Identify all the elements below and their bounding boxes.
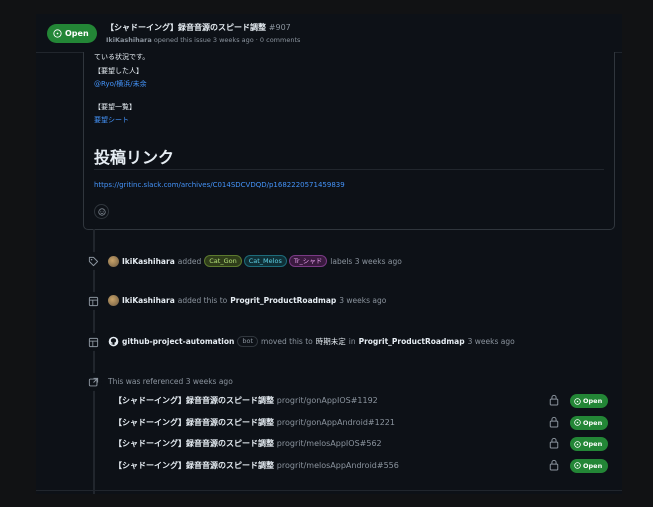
lock-icon [549,437,559,449]
post-link-heading: 投稿リンク [94,148,175,167]
label-list: Cat_Gon Cat_Melos Tr_シャド [204,255,328,267]
issue-number: #907 [268,23,291,32]
referenced-issue-state-badge: Open [570,437,609,451]
referenced-issue-state: Open [583,440,603,448]
issue-meta: IkiKashihara opened this issue 3 weeks a… [106,36,300,44]
issue-title[interactable]: 【シャドーイング】録音音源のスピード調整 #907 [106,22,291,33]
project-icon-wrap [84,333,102,351]
referenced-issue-title: 【シャドーイング】録音音源のスピード調整 [114,460,274,470]
sticky-issue-header: Open 【シャドーイング】録音音源のスピード調整 #907 IkiKashih… [36,14,622,53]
referenced-issue-row: 【シャドーイング】録音音源のスピード調整 progrit/gonAppIOS#1… [114,394,614,408]
add-reaction-button[interactable] [94,204,109,219]
referenced-issue-link[interactable]: 【シャドーイング】録音音源のスピード調整 progrit/melosAppIOS… [114,438,382,449]
heading-divider [94,169,604,170]
issue-page: Open 【シャドーイング】録音音源のスピード調整 #907 IkiKashih… [36,14,622,494]
referenced-event: This was referenced 3 weeks ago [108,377,233,386]
request-list-heading: 【要望一覧】 [94,103,136,111]
issue-comment-body: ている状況です。 【要望した人】 @Ryo/横浜/未余 【要望一覧】 要望シート… [83,52,615,230]
lock-icon [549,459,559,471]
event-actor-link[interactable]: IkiKashihara [122,257,175,266]
event-time[interactable]: 3 weeks ago [339,296,386,305]
event-verb: added [177,256,202,266]
project-table-icon [88,296,98,306]
event-text: moved this to [261,337,313,346]
bot-badge: bot [237,336,259,347]
project-move-event: github-project-automation bot moved this… [108,336,515,347]
referenced-issue-title: 【シャドーイング】録音音源のスピード調整 [114,439,274,448]
referenced-issue-link[interactable]: 【シャドーイング】録音音源のスピード調整 progrit/melosAppAnd… [114,460,399,471]
smiley-icon [97,207,106,216]
issue-author-link[interactable]: IkiKashihara [106,36,152,44]
cross-reference-icon-wrap [84,373,102,391]
avatar[interactable] [108,255,119,267]
referenced-issue-title: 【シャドーイング】録音音源のスピード調整 [114,396,274,405]
referenced-issue-row: 【シャドーイング】録音音源のスピード調整 progrit/melosAppAnd… [114,458,614,473]
referenced-issue-repo: progrit/gonAppIOS#1192 [276,396,378,405]
issue-state-badge: Open [47,24,97,43]
cross-reference-icon [88,377,98,386]
referenced-issue-link[interactable]: 【シャドーイング】録音音源のスピード調整 progrit/gonAppAndro… [114,417,395,428]
issue-opened-icon [574,419,581,426]
lock-icon [549,394,559,406]
event-suffix: labels 3 weeks ago [330,256,402,266]
request-sheet-link[interactable]: 要望シート [94,115,129,125]
referenced-issue-state: Open [583,461,603,470]
issue-state-label: Open [65,29,89,38]
referenced-issue-row: 【シャドーイング】録音音源のスピード調整 progrit/gonAppAndro… [114,415,614,430]
issue-opened-icon [53,29,62,38]
project-table-icon [88,337,98,347]
referenced-issue-repo: progrit/gonAppAndroid#1221 [276,417,395,427]
status-column: 時期未定 [315,337,346,346]
project-link[interactable]: Progrit_ProductRoadmap [230,296,336,305]
avatar[interactable] [108,295,119,306]
issue-label[interactable]: Cat_Gon [204,255,242,267]
referenced-text: This was referenced 3 weeks ago [108,377,233,386]
referenced-issue-state-badge: Open [570,394,609,408]
issue-opened-icon [574,397,581,405]
referenced-issue-state: Open [583,418,603,427]
project-icon-wrap [84,292,102,310]
referenced-issue-row: 【シャドーイング】録音音源のスピード調整 progrit/melosAppIOS… [114,437,614,451]
referenced-issue-state-badge: Open [570,415,609,430]
bottom-divider [36,490,622,491]
issue-label[interactable]: Tr_シャド [288,255,328,267]
slack-post-link[interactable]: https://gritinc.slack.com/archives/C014S… [94,181,345,189]
issue-opened-icon [574,462,581,469]
referenced-issue-state: Open [583,397,603,405]
labels-event: IkiKashihara added Cat_Gon Cat_Melos Tr_シャ… [108,255,402,267]
issue-label[interactable]: Cat_Melos [243,255,287,267]
tag-icon [88,256,98,266]
event-actor-link[interactable]: github-project-automation [122,337,234,346]
referenced-issue-link[interactable]: 【シャドーイング】録音音源のスピード調整 progrit/gonAppIOS#1… [114,395,378,406]
github-logo-icon[interactable] [108,336,119,347]
event-text: added this to [177,296,228,305]
comment-line: ている状況です。 [94,53,150,61]
issue-title-text: 【シャドーイング】録音音源のスピード調整 [106,23,266,32]
lock-icon [549,416,559,428]
event-actor-link[interactable]: IkiKashihara [122,296,175,305]
referenced-issue-repo: progrit/melosAppIOS#562 [276,439,382,448]
project-added-event: IkiKashihara added this to Progrit_Produ… [108,295,386,306]
requester-mention-link[interactable]: @Ryo/横浜/未余 [94,79,147,89]
project-link[interactable]: Progrit_ProductRoadmap [359,337,465,346]
referenced-issue-title: 【シャドーイング】録音音源のスピード調整 [114,417,274,427]
referenced-issue-repo: progrit/melosAppAndroid#556 [276,460,399,470]
event-time[interactable]: 3 weeks ago [468,337,515,346]
requester-heading: 【要望した人】 [94,67,143,75]
referenced-issue-state-badge: Open [570,458,609,473]
event-in-text: in [348,337,356,346]
issue-opened-icon [574,440,581,448]
issue-meta-text: opened this issue 3 weeks ago · 0 commen… [153,36,301,44]
tag-icon-wrap [84,252,102,270]
